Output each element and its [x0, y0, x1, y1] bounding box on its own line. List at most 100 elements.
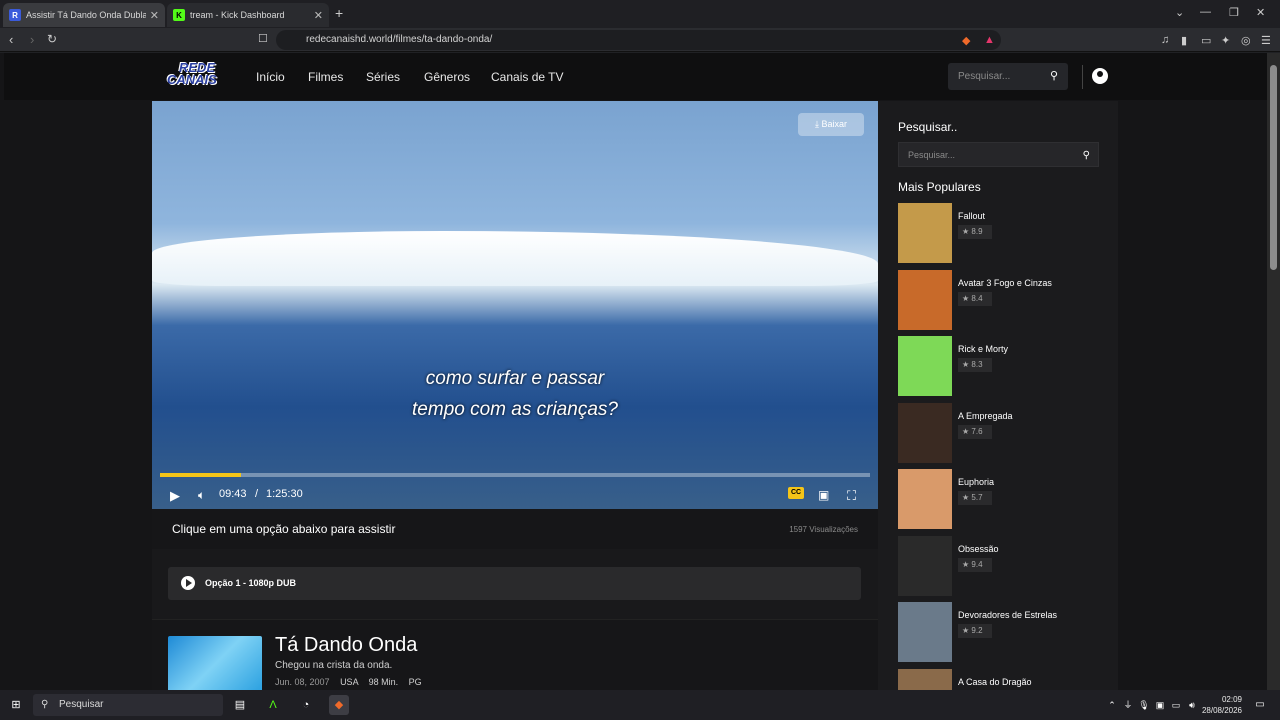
captions-button[interactable]: CC: [788, 487, 804, 499]
taskbar-search-label: Pesquisar: [59, 699, 104, 710]
address-bar-row: ‹ › ↻ ☐ redecanaishd.world/filmes/ta-dan…: [0, 28, 1280, 52]
scrollbar-thumb[interactable]: [1270, 65, 1277, 270]
notifications-icon[interactable]: ▭: [1250, 695, 1270, 715]
close-tab-icon[interactable]: ✕: [314, 9, 323, 22]
nav-series[interactable]: Séries: [366, 70, 400, 84]
kick-favicon-icon: K: [173, 9, 185, 21]
url-field[interactable]: redecanaishd.world/filmes/ta-dando-onda/: [276, 30, 1001, 50]
view-count: 1597 Visualizações: [789, 525, 858, 534]
popular-rating: ★ 9.2: [958, 624, 992, 638]
popular-item[interactable]: Euphoria ★ 5.7: [898, 469, 1099, 531]
play-icon[interactable]: ▶: [170, 488, 180, 504]
popular-item[interactable]: Rick e Morty ★ 8.3: [898, 336, 1099, 398]
popular-poster: [898, 469, 952, 529]
fullscreen-icon[interactable]: ⛶: [847, 488, 856, 504]
close-window-icon[interactable]: ✕: [1256, 6, 1265, 19]
taskbar-search[interactable]: ⚲ Pesquisar: [33, 694, 223, 716]
new-tab-button[interactable]: +: [335, 5, 343, 21]
time-separator: /: [255, 488, 259, 500]
app-icon[interactable]: Λ: [263, 695, 283, 715]
movie-title: Tá Dando Onda: [275, 634, 418, 656]
nav-filmes[interactable]: Filmes: [308, 70, 343, 84]
media-icon[interactable]: ♫: [1161, 34, 1169, 46]
popular-name: Euphoria: [958, 477, 995, 487]
task-view-icon[interactable]: ▤: [230, 695, 250, 715]
option-label: Opção 1 - 1080p DUB: [205, 578, 297, 588]
tab-title: Assistir Tá Dando Onda Dubla: [26, 10, 146, 20]
tab-kick[interactable]: K tream - Kick Dashboard ✕: [167, 3, 329, 27]
popular-rating: ★ 8.9: [958, 225, 992, 239]
subtitle-line2: tempo com as crianças?: [412, 399, 618, 420]
vpn-icon[interactable]: ◎: [1241, 34, 1251, 47]
popular-item[interactable]: Obsessão ★ 9.4: [898, 535, 1099, 598]
movie-rating: PG: [408, 677, 422, 687]
star-icon: ★: [962, 426, 970, 436]
volume-icon[interactable]: 🔈︎: [198, 488, 205, 503]
bookmark-icon[interactable]: ☐: [258, 32, 268, 45]
video-subtitles: como surfar e passar tempo com as crianç…: [152, 363, 878, 425]
search-icon[interactable]: ⚲: [1050, 63, 1058, 90]
movie-runtime: 98 Min.: [368, 677, 399, 687]
clock-time: 02:09: [1221, 695, 1242, 704]
option-1-button[interactable]: Opção 1 - 1080p DUB: [168, 567, 861, 600]
forward-icon[interactable]: ›: [30, 32, 34, 47]
back-icon[interactable]: ‹: [9, 32, 13, 47]
maximize-icon[interactable]: ❐: [1229, 6, 1239, 19]
close-tab-icon[interactable]: ✕: [150, 9, 159, 22]
sidebar-search-input[interactable]: Pesquisar... ⚲: [898, 142, 1099, 167]
video-player[interactable]: ⤓ Baixar como surfar e passar tempo com …: [152, 101, 878, 509]
page-scrollbar[interactable]: [1267, 53, 1280, 690]
wallet-icon[interactable]: ▭: [1201, 34, 1211, 47]
windows-start-icon[interactable]: ⊞: [6, 695, 26, 715]
popular-poster: [898, 269, 952, 330]
app-icon[interactable]: ◔: [296, 695, 316, 715]
header-search-placeholder: Pesquisar...: [958, 71, 1011, 82]
movie-tagline: Chegou na crista da onda.: [275, 660, 393, 671]
sidebar: Pesquisar.. Pesquisar... ⚲ Mais Populare…: [878, 101, 1118, 690]
popular-rating: ★ 8.4: [958, 291, 992, 306]
popular-name: A Empregada: [958, 410, 1013, 421]
nav-generos[interactable]: Gêneros: [424, 70, 470, 84]
download-button[interactable]: ⤓ Baixar: [798, 113, 864, 136]
speaker-icon[interactable]: 🔊︎: [1182, 695, 1202, 715]
tab-list-icon[interactable]: ⌄: [1175, 6, 1184, 19]
popular-rating: ★ 7.6: [958, 424, 992, 439]
brave-browser-icon[interactable]: ◆: [329, 695, 349, 715]
pip-icon[interactable]: ▣: [818, 488, 829, 502]
tab-active[interactable]: R Assistir Tá Dando Onda Dubla ✕: [3, 3, 165, 27]
site-favicon-icon: R: [9, 9, 21, 21]
search-icon: ⚲: [41, 699, 49, 710]
popular-item[interactable]: A Casa do Dragão: [898, 668, 1099, 690]
sidebar-icon[interactable]: ▮: [1181, 34, 1187, 47]
video-frame-wave: [152, 231, 878, 286]
menu-icon[interactable]: ☰: [1261, 34, 1271, 47]
brave-rewards-icon[interactable]: ▲: [984, 34, 995, 46]
star-icon: ★: [962, 493, 970, 502]
popular-item[interactable]: Fallout ★ 8.9: [898, 203, 1099, 265]
subtitle-line1: como surfar e passar: [425, 368, 605, 389]
popular-name: A Casa do Dragão: [958, 676, 1032, 687]
minimize-icon[interactable]: —: [1200, 6, 1211, 18]
popular-score: 9.4: [971, 559, 983, 569]
site-logo[interactable]: REDE CANAIS: [167, 61, 229, 90]
header-search-input[interactable]: Pesquisar... ⚲: [948, 63, 1068, 90]
brave-shield-icon[interactable]: ◆: [962, 34, 970, 47]
video-progress-bar[interactable]: [160, 473, 870, 477]
popular-item[interactable]: Avatar 3 Fogo e Cinzas ★ 8.4: [898, 269, 1099, 332]
popular-score: 8.3: [971, 360, 983, 369]
nav-inicio[interactable]: Início: [256, 70, 285, 84]
system-clock[interactable]: 02:09 28/08/2026: [1202, 694, 1242, 716]
search-icon[interactable]: ⚲: [1083, 143, 1090, 168]
popular-poster: [898, 535, 952, 596]
movie-country: USA: [340, 677, 359, 687]
nav-canais-tv[interactable]: Canais de TV: [491, 70, 564, 84]
popular-poster: [898, 602, 952, 662]
popular-name: Avatar 3 Fogo e Cinzas: [958, 277, 1052, 288]
user-account-icon[interactable]: [1092, 68, 1108, 84]
current-time: 09:43: [219, 488, 247, 500]
movie-meta: Jun. 08, 2007 USA 98 Min. PG: [275, 677, 422, 687]
reload-icon[interactable]: ↻: [47, 32, 57, 46]
leo-ai-icon[interactable]: ✦: [1221, 34, 1230, 47]
popular-item[interactable]: A Empregada ★ 7.6: [898, 402, 1099, 465]
popular-item[interactable]: Devoradores de Estrelas ★ 9.2: [898, 602, 1099, 664]
